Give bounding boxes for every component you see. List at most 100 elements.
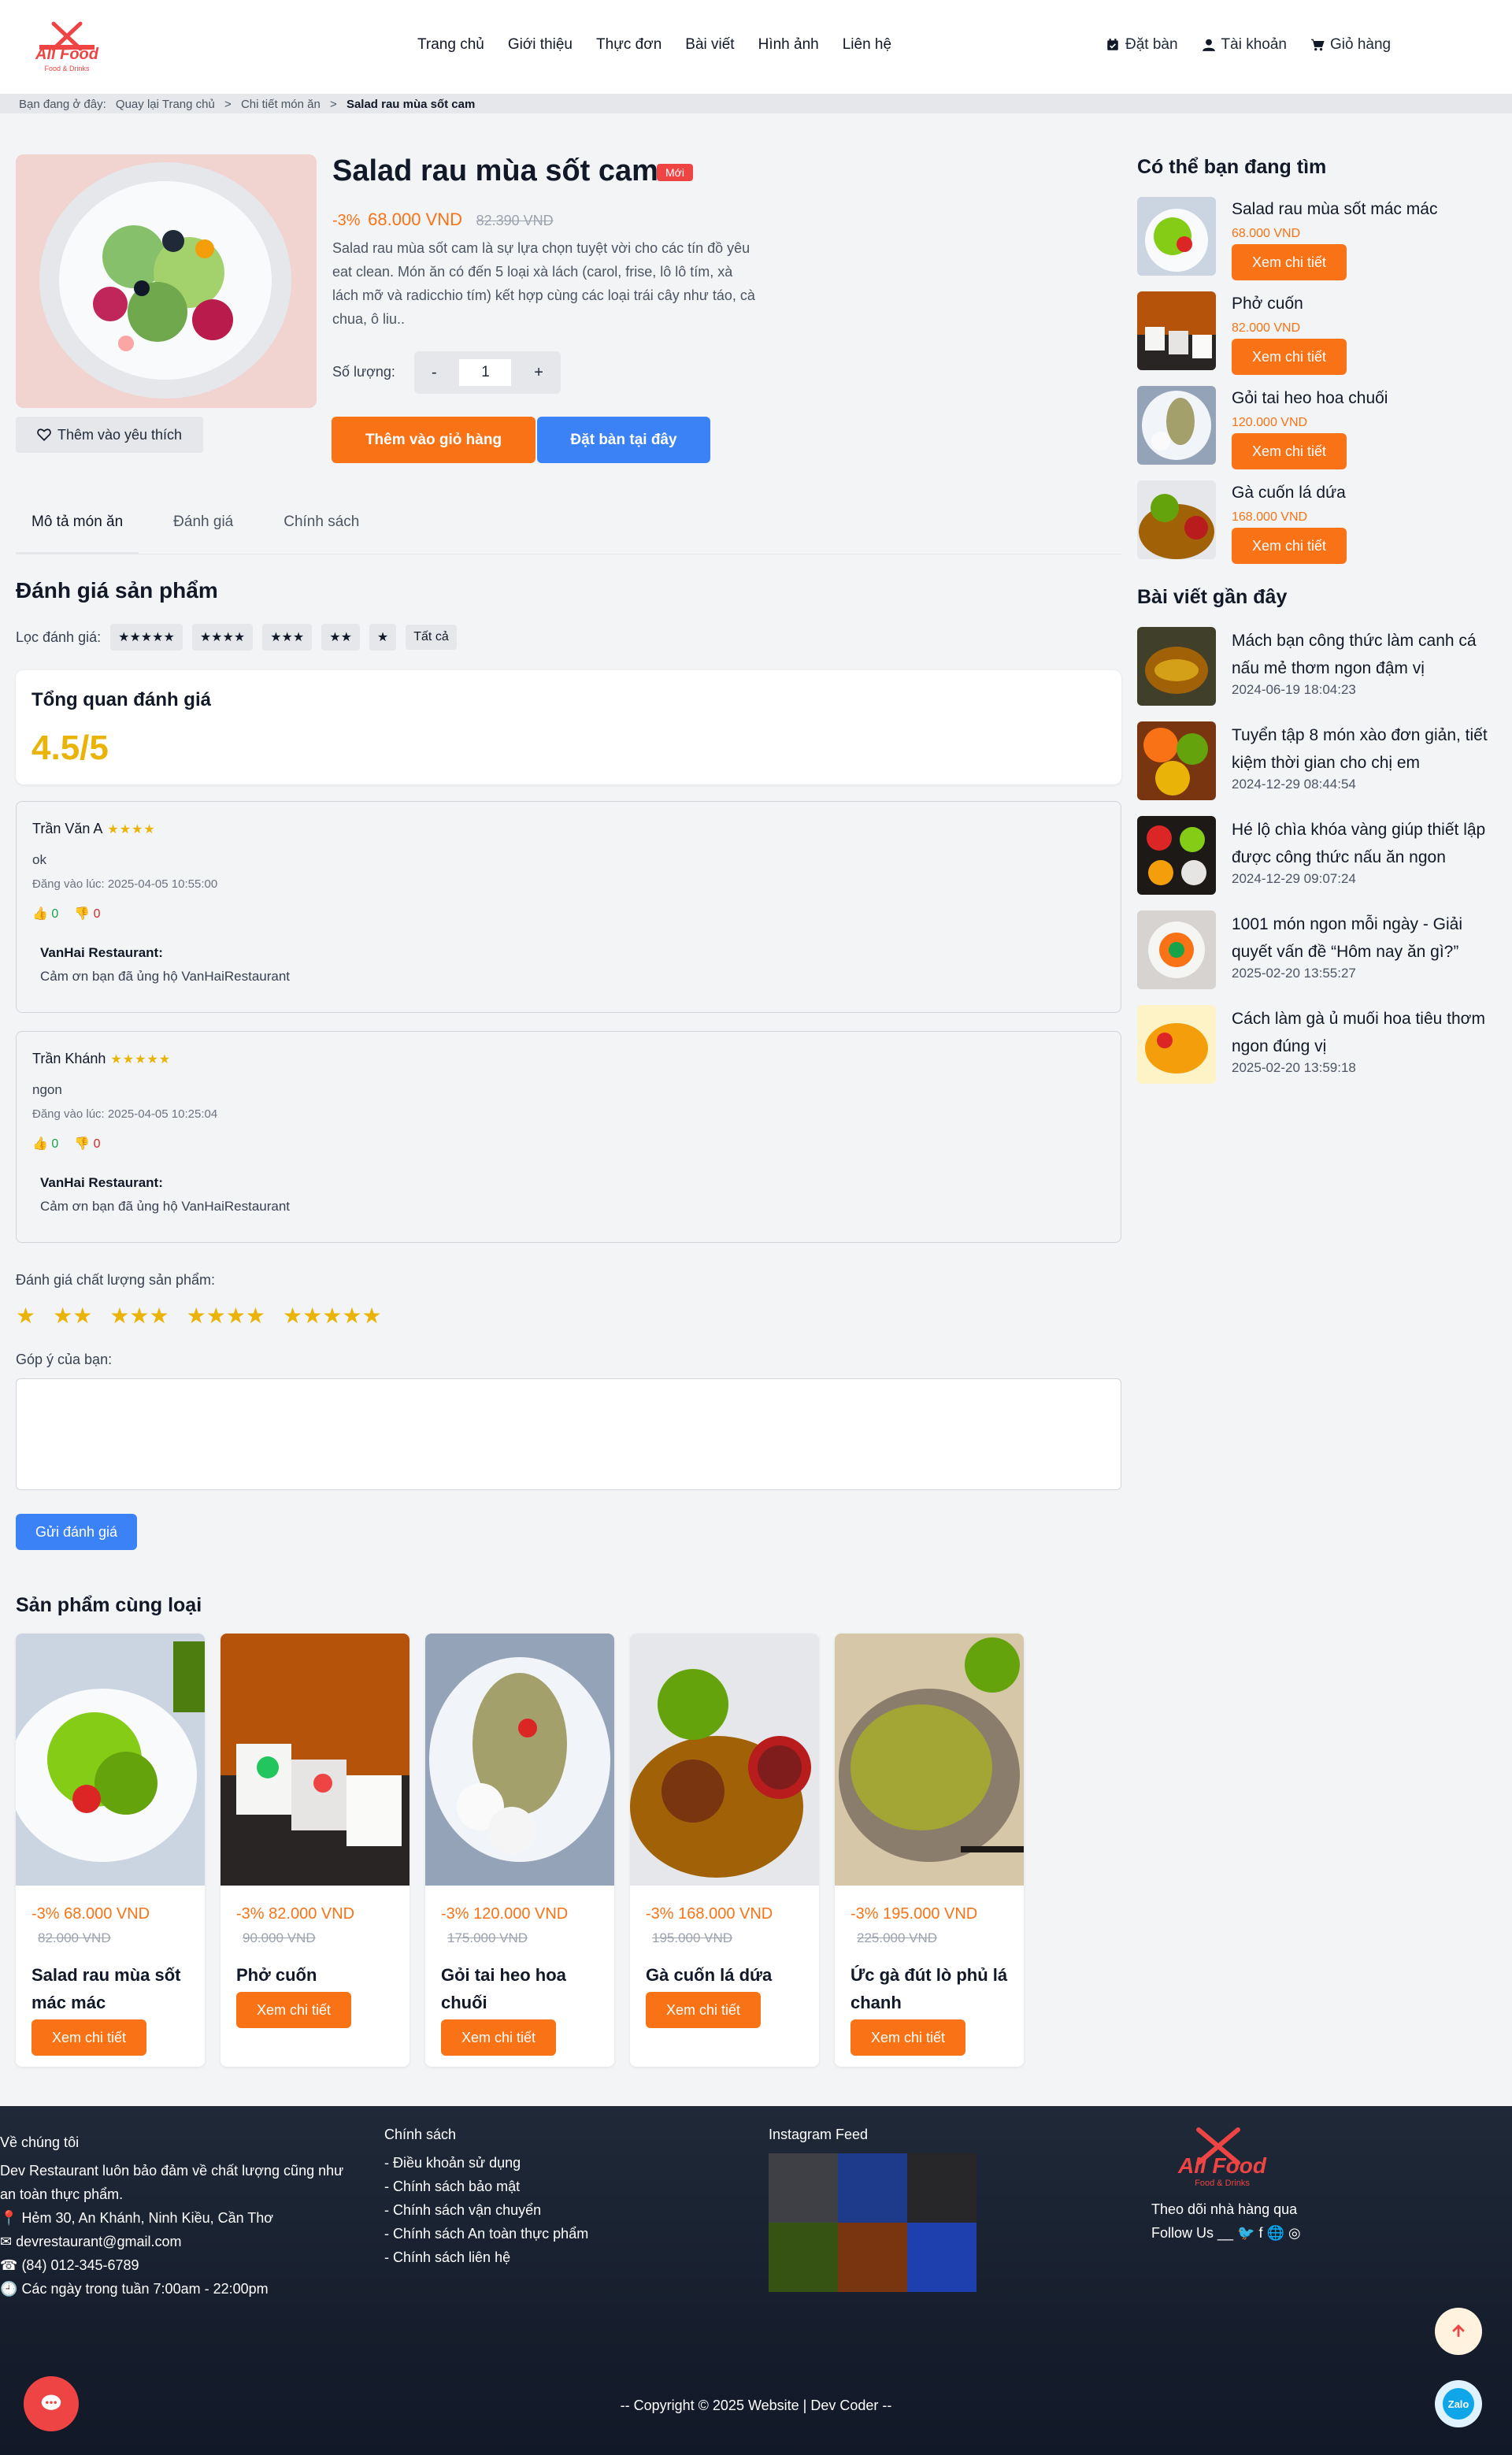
- rate-1-star[interactable]: ★: [16, 1303, 35, 1329]
- nav-about[interactable]: Giới thiệu: [508, 36, 573, 54]
- breadcrumb-home[interactable]: Quay lại Trang chủ: [116, 98, 215, 111]
- nav-home[interactable]: Trang chủ: [417, 36, 484, 54]
- location-pin-icon: 📍: [0, 2210, 18, 2226]
- post-title[interactable]: Hé lộ chìa khóa vàng giúp thiết lập được…: [1232, 816, 1499, 871]
- view-detail-button[interactable]: Xem chi tiết: [1232, 339, 1347, 375]
- add-to-cart-button[interactable]: Thêm vào giỏ hàng: [332, 417, 536, 463]
- product-card-image: [835, 1634, 1024, 1886]
- suggestion-name[interactable]: Phở cuốn: [1232, 295, 1303, 313]
- nav-posts[interactable]: Bài viết: [685, 36, 734, 54]
- review-stars: ★★★★: [107, 823, 156, 836]
- twitter-icon[interactable]: 🐦: [1237, 2225, 1254, 2241]
- quantity-input[interactable]: 1: [459, 359, 512, 386]
- globe-icon[interactable]: 🌐: [1267, 2225, 1284, 2241]
- view-detail-button[interactable]: Xem chi tiết: [1232, 433, 1347, 469]
- nav-contact[interactable]: Liên hệ: [843, 36, 891, 54]
- filter-5-stars[interactable]: ★★★★★: [110, 624, 183, 651]
- rate-3-stars[interactable]: ★★★: [109, 1303, 169, 1329]
- feedback-textarea[interactable]: [16, 1378, 1121, 1490]
- footer-phone[interactable]: ☎ (84) 012-345-6789: [0, 2253, 354, 2277]
- view-detail-button[interactable]: Xem chi tiết: [32, 2019, 146, 2056]
- footer-address: 📍 Hẻm 30, An Khánh, Ninh Kiều, Cần Thơ: [0, 2206, 354, 2230]
- policy-privacy[interactable]: - Chính sách bảo mật: [384, 2175, 699, 2198]
- view-detail-button[interactable]: Xem chi tiết: [1232, 528, 1347, 564]
- card-price-value: 120.000 VND: [473, 1905, 569, 1923]
- post-title[interactable]: Cách làm gà ủ muối hoa tiêu thơm ngon đú…: [1232, 1005, 1499, 1060]
- post-title[interactable]: Tuyển tập 8 món xào đơn giản, tiết kiệm …: [1232, 721, 1499, 777]
- main-nav: Trang chủ Giới thiệu Thực đơn Bài viết H…: [417, 36, 891, 54]
- view-detail-button[interactable]: Xem chi tiết: [1232, 244, 1347, 280]
- post-thumb: [1137, 721, 1216, 800]
- facebook-icon[interactable]: f: [1259, 2225, 1263, 2241]
- suggestion-name[interactable]: Salad rau mùa sốt mác mác: [1232, 200, 1437, 219]
- instagram-photo[interactable]: [838, 2223, 907, 2292]
- footer-about: Về chúng tôi Dev Restaurant luôn bảo đảm…: [0, 2134, 354, 2301]
- cart-icon: [1311, 39, 1325, 51]
- instagram-photo[interactable]: [907, 2153, 976, 2223]
- policy-shipping[interactable]: - Chính sách vận chuyển: [384, 2198, 699, 2222]
- product-card-image: [16, 1634, 205, 1886]
- rating-overview: Tổng quan đánh giá 4.5/5: [16, 670, 1121, 784]
- policy-terms[interactable]: - Điều khoản sử dụng: [384, 2151, 699, 2175]
- rate-2-stars[interactable]: ★★: [53, 1303, 92, 1329]
- filter-2-stars[interactable]: ★★: [321, 624, 360, 651]
- suggestion-name[interactable]: Gỏi tai heo hoa chuối: [1232, 389, 1388, 408]
- post-item: 1001 món ngon mỗi ngày - Giải quyết vấn …: [1137, 910, 1484, 989]
- post-title[interactable]: Mách bạn công thức làm canh cá nấu mẻ th…: [1232, 627, 1499, 682]
- nav-gallery[interactable]: Hình ảnh: [758, 36, 819, 54]
- instagram-photo[interactable]: [838, 2153, 907, 2223]
- filter-3-stars[interactable]: ★★★: [262, 624, 313, 651]
- instagram-photo[interactable]: [907, 2223, 976, 2292]
- reply-content: Cảm ơn bạn đã ủng hộ VanHaiRestaurant: [40, 969, 291, 984]
- dislike-button[interactable]: 👎 0: [74, 1136, 100, 1151]
- like-button[interactable]: 👍 0: [32, 1136, 58, 1151]
- scroll-top-button[interactable]: [1435, 2308, 1482, 2355]
- like-button[interactable]: 👍 0: [32, 906, 58, 922]
- view-detail-button[interactable]: Xem chi tiết: [646, 1992, 761, 2028]
- book-table-link[interactable]: Đặt bàn: [1106, 36, 1178, 54]
- tab-reviews[interactable]: Đánh giá: [158, 504, 249, 554]
- discount-percent: -3%: [332, 212, 361, 229]
- book-table-button[interactable]: Đặt bàn tại đây: [537, 417, 710, 463]
- breadcrumb-sep: >: [330, 98, 337, 111]
- submit-review-button[interactable]: Gửi đánh giá: [16, 1514, 137, 1550]
- filter-all[interactable]: Tất cả: [406, 625, 457, 650]
- card-name: Gỏi tai heo hoa chuối: [441, 1965, 566, 2012]
- tab-policy[interactable]: Chính sách: [268, 504, 375, 554]
- account-link[interactable]: Tài khoản: [1202, 36, 1287, 54]
- instagram-photo[interactable]: [769, 2153, 838, 2223]
- dislike-button[interactable]: 👎 0: [74, 906, 100, 922]
- chat-button[interactable]: [24, 2376, 79, 2431]
- zalo-chat-button[interactable]: Zalo: [1435, 2380, 1482, 2427]
- add-wishlist-button[interactable]: Thêm vào yêu thích: [16, 417, 203, 453]
- cart-link[interactable]: Giỏ hàng: [1310, 36, 1391, 54]
- post-title[interactable]: 1001 món ngon mỗi ngày - Giải quyết vấn …: [1232, 910, 1499, 966]
- instagram-photo[interactable]: [769, 2223, 838, 2292]
- suggestion-item: Gà cuốn lá dứa 168.000 VND Xem chi tiết: [1137, 480, 1484, 567]
- rate-5-stars[interactable]: ★★★★★: [283, 1303, 382, 1329]
- breadcrumb-detail[interactable]: Chi tiết món ăn: [241, 98, 321, 111]
- filter-1-star[interactable]: ★: [369, 624, 397, 651]
- post-thumb: [1137, 1005, 1216, 1084]
- product-card: -3% 120.000 VND 175.000 VND Gỏi tai heo …: [425, 1634, 614, 2067]
- policy-food-safety[interactable]: - Chính sách An toàn thực phẩm: [384, 2222, 699, 2245]
- brand-logo[interactable]: All Food Food & Drinks: [24, 20, 110, 74]
- view-detail-button[interactable]: Xem chi tiết: [850, 2019, 965, 2056]
- view-detail-button[interactable]: Xem chi tiết: [236, 1992, 351, 2028]
- footer-email[interactable]: ✉ devrestaurant@gmail.com: [0, 2230, 354, 2253]
- like-count: 0: [51, 907, 59, 921]
- suggestion-name[interactable]: Gà cuốn lá dứa: [1232, 484, 1346, 502]
- follow-text: Theo dõi nhà hàng qua: [1151, 2201, 1298, 2217]
- view-detail-button[interactable]: Xem chi tiết: [441, 2019, 556, 2056]
- instagram-icon[interactable]: ◎: [1288, 2225, 1301, 2241]
- nav-menu[interactable]: Thực đơn: [596, 36, 662, 54]
- breadcrumb-sep: >: [224, 98, 232, 111]
- footer-brand-tagline: Food & Drinks: [1195, 2179, 1250, 2188]
- tab-description[interactable]: Mô tả món ăn: [16, 504, 139, 554]
- policy-contact[interactable]: - Chính sách liên hệ: [384, 2245, 699, 2269]
- card-old-price: 90.000 VND: [243, 1930, 316, 1945]
- quantity-decrease-button[interactable]: -: [432, 364, 437, 382]
- filter-4-stars[interactable]: ★★★★: [191, 624, 254, 651]
- quantity-increase-button[interactable]: +: [534, 364, 543, 382]
- rate-4-stars[interactable]: ★★★★: [187, 1303, 265, 1329]
